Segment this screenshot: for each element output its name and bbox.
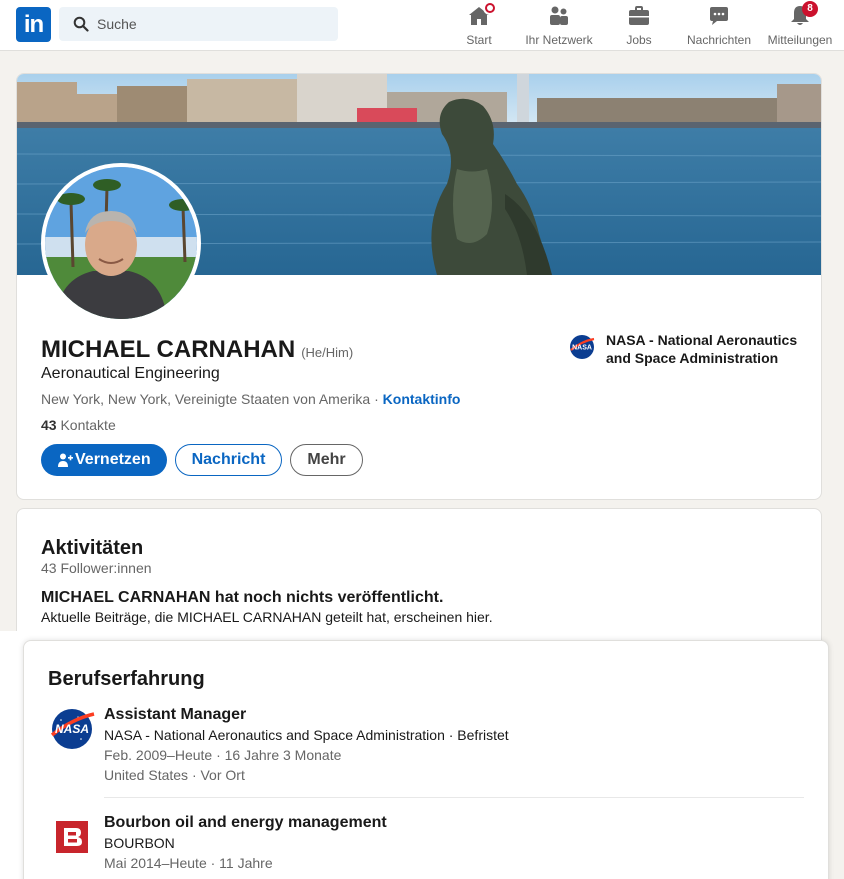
profile-name-row: MICHAEL CARNAHAN (He/Him) [41,336,353,364]
nav-label: Nachrichten [686,33,752,47]
more-button[interactable]: Mehr [290,444,363,476]
activity-title: Aktivitäten [41,537,144,559]
add-person-icon [58,453,73,467]
profile-location-row: New York, New York, Vereinigte Staaten v… [41,391,460,407]
connections-label: Kontakte [60,417,116,433]
no-posts-title: MICHAEL CARNAHAN hat noch nichts veröffe… [41,589,444,606]
experience-company: NASA - National Aeronautics and Space Ad… [104,727,509,743]
connections-count[interactable]: 43 Kontakte [41,417,116,433]
experience-details: Assistant Manager NASA - National Aerona… [104,705,509,785]
experience-details: Bourbon oil and energy management BOURBO… [104,813,387,873]
profile-name: MICHAEL CARNAHAN [41,336,296,363]
experience-company: BOURBON [104,835,175,851]
current-company-name: NASA - National Aeronautics and Space Ad… [606,332,798,366]
profile-location: New York, New York, Vereinigte Staaten v… [41,391,371,407]
experience-role: Assistant Manager [104,706,247,723]
experience-dates: Mai 2014–Heute · 11 Jahre [104,855,273,871]
top-nav: in Start Ihr Netzwerk [0,0,844,51]
bourbon-logo-icon [56,821,88,853]
nav-item-start[interactable]: Start [465,1,497,48]
nav-item-network[interactable]: Ihr Netzwerk [523,4,595,48]
network-icon [547,4,571,28]
profile-pronouns: (He/Him) [301,345,354,360]
notification-dot [483,1,497,15]
svg-text:NASA: NASA [55,722,89,736]
experience-dates: Feb. 2009–Heute · 16 Jahre 3 Monate [104,747,342,763]
linkedin-logo-icon[interactable]: in [16,7,51,42]
nav-label: Start [466,33,492,47]
page-edge-overlay [0,631,23,879]
divider [104,797,804,798]
nav-label: Ihr Netzwerk [525,33,593,47]
notification-count-badge: 8 [802,1,818,17]
profile-actions: Vernetzen Nachricht Mehr [41,444,363,476]
activity-card: Aktivitäten 43 Follower:innen MICHAEL CA… [16,508,822,648]
nasa-logo-icon: NASA [50,709,95,749]
search-icon [73,16,89,32]
connections-number: 43 [41,417,57,433]
bell-icon: 8 [788,1,818,28]
experience-item[interactable]: Bourbon oil and energy management BOURBO… [48,813,808,873]
nav-label: Mitteilungen [767,33,833,47]
connect-button[interactable]: Vernetzen [41,444,167,476]
profile-headline: Aeronautical Engineering [41,365,220,382]
nav-item-notifications[interactable]: 8 Mitteilungen [765,1,835,48]
search-bar[interactable] [59,7,338,41]
briefcase-icon [627,4,651,28]
no-posts-subtitle: Aktuelle Beiträge, die MICHAEL CARNAHAN … [41,609,493,625]
nav-item-jobs[interactable]: Jobs [625,4,653,48]
messaging-icon [707,4,731,28]
profile-avatar[interactable] [41,163,201,323]
profile-card: MICHAEL CARNAHAN (He/Him) Aeronautical E… [16,73,822,500]
experience-role: Bourbon oil and energy management [104,814,387,831]
experience-item[interactable]: NASA Assistant Manager NASA - National A… [48,705,808,785]
followers-count: 43 Follower:innen [41,560,152,576]
svg-text:NASA: NASA [572,345,592,352]
connect-label: Vernetzen [75,451,151,468]
current-company[interactable]: NASA NASA - National Aeronautics and Spa… [568,331,798,367]
experience-title: Berufserfahrung [48,668,205,690]
nasa-logo-icon: NASA [570,335,595,359]
experience-card: Berufserfahrung NASA Assistant Manager N… [23,640,829,879]
contact-info-link[interactable]: Kontaktinfo [383,391,461,407]
message-button[interactable]: Nachricht [174,444,283,476]
experience-place: United States · Vor Ort [104,767,245,783]
nav-label: Jobs [626,33,652,47]
nav-item-messaging[interactable]: Nachrichten [685,4,753,48]
home-icon [467,1,497,28]
separator: · [370,391,383,407]
search-input[interactable] [97,7,327,41]
